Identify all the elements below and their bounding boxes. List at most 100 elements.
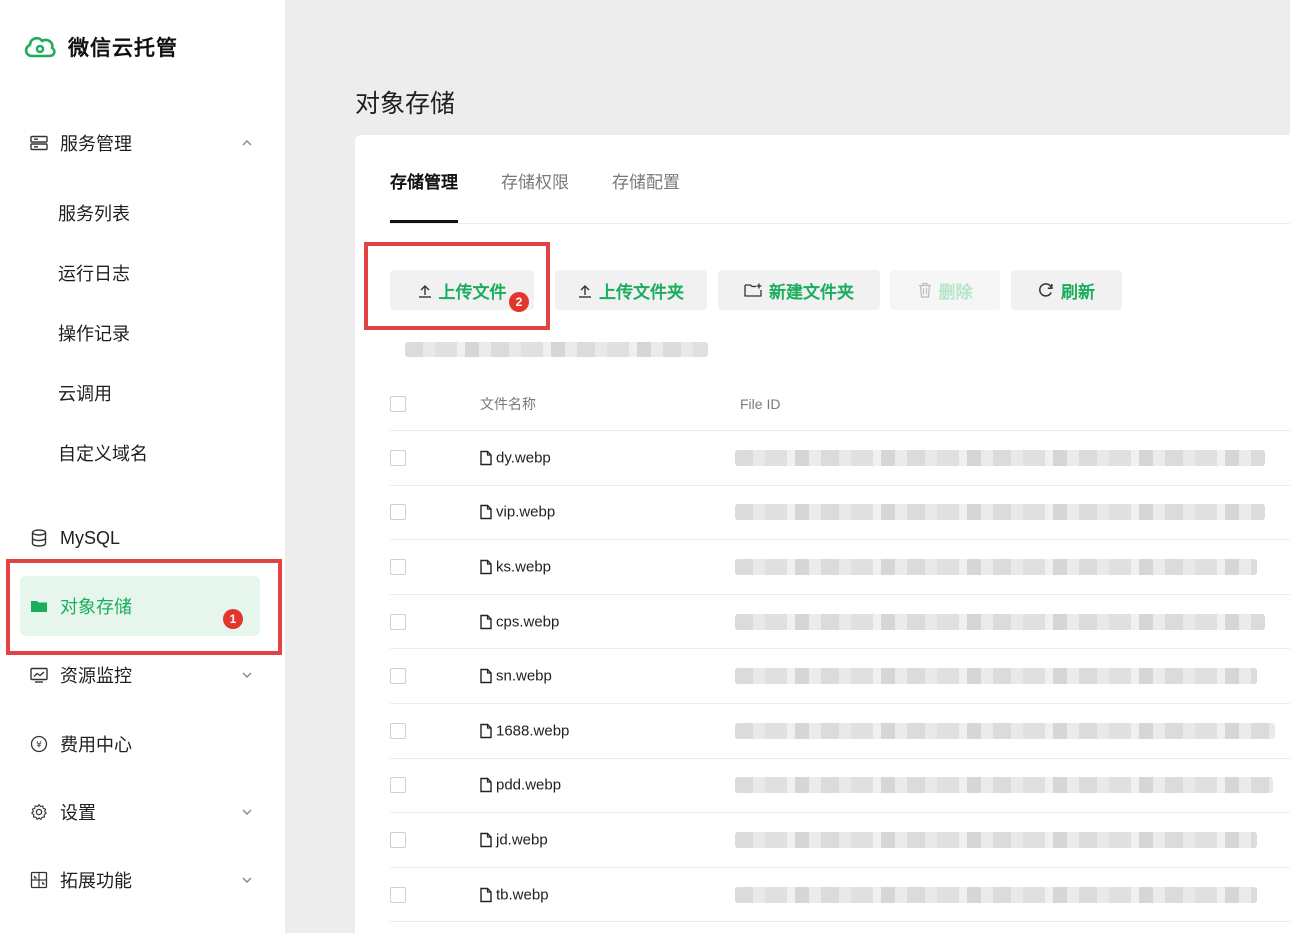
nav-service-management[interactable]: 服务管理	[20, 115, 260, 171]
sidebar-item-custom-domain[interactable]: 自定义域名	[58, 440, 148, 466]
table-row[interactable]: cps.webp	[390, 595, 1290, 650]
chevron-down-icon	[242, 877, 252, 883]
file-name-label: dy.webp	[496, 449, 551, 467]
nav-label-settings: 设置	[60, 803, 96, 824]
sidebar-item-cloud-call[interactable]: 云调用	[58, 380, 112, 406]
brand[interactable]: 微信云托管	[22, 32, 178, 62]
sidebar: 微信云托管 服务管理 服务列表 运行日志 操作记录 云调用 自定义域名 MySQ…	[0, 0, 285, 933]
step-badge-2: 2	[509, 292, 529, 312]
database-icon	[28, 527, 50, 549]
upload-folder-button[interactable]: 上传文件夹	[555, 270, 707, 310]
new-folder-button[interactable]: 新建文件夹	[718, 270, 880, 310]
table-row[interactable]: dy.webp	[390, 431, 1290, 486]
yen-icon: ¥	[28, 733, 50, 755]
new-folder-icon	[744, 283, 762, 297]
file-icon	[480, 832, 492, 848]
row-checkbox[interactable]	[390, 558, 406, 575]
row-checkbox[interactable]	[390, 886, 406, 903]
table-row[interactable]: 1688.webp	[390, 704, 1290, 759]
tab-storage-permissions[interactable]: 存储权限	[501, 168, 569, 193]
extension-icon	[28, 869, 50, 891]
file-name-cell[interactable]: cps.webp	[480, 613, 559, 630]
svg-text:¥: ¥	[36, 741, 42, 751]
nav-resource-monitor[interactable]: 资源监控	[20, 647, 260, 703]
sidebar-item-service-list[interactable]: 服务列表	[58, 200, 130, 226]
file-name-label: sn.webp	[496, 667, 552, 685]
file-name-cell[interactable]: sn.webp	[480, 668, 552, 685]
tab-storage-config[interactable]: 存储配置	[612, 168, 680, 193]
table-row[interactable]: pdd.webp	[390, 759, 1290, 814]
row-checkbox[interactable]	[390, 504, 406, 521]
blurred-file-id	[735, 504, 1265, 521]
row-checkbox[interactable]	[390, 722, 406, 739]
select-all-checkbox[interactable]	[390, 395, 406, 412]
folder-icon	[28, 595, 50, 617]
file-icon	[480, 505, 492, 520]
nav-extensions[interactable]: 拓展功能	[20, 852, 260, 908]
new-folder-label: 新建文件夹	[769, 282, 854, 303]
nav-object-storage[interactable]: 对象存储	[20, 576, 260, 636]
table-row[interactable]: vip.webp	[390, 486, 1290, 541]
chevron-down-icon	[242, 809, 252, 815]
file-name-label: pdd.webp	[496, 776, 562, 794]
blurred-file-id	[735, 886, 1257, 903]
file-icon	[480, 723, 492, 738]
nav-settings[interactable]: 设置	[20, 784, 260, 840]
trash-icon	[918, 282, 932, 298]
row-checkbox[interactable]	[390, 613, 406, 630]
step-badge-1: 1	[223, 609, 243, 629]
column-header-file-name: 文件名称	[480, 395, 536, 412]
nav-label-mysql: MySQL	[60, 527, 121, 548]
file-name-label: cps.webp	[496, 613, 560, 631]
refresh-icon	[1038, 282, 1054, 298]
sidebar-item-run-logs[interactable]: 运行日志	[58, 260, 130, 286]
file-icon	[480, 887, 492, 902]
nav-billing[interactable]: ¥ 费用中心	[20, 716, 260, 772]
upload-icon	[418, 282, 432, 298]
blurred-file-id	[735, 722, 1275, 739]
upload-icon	[578, 282, 592, 298]
blurred-storage-path	[405, 342, 708, 357]
file-name-cell[interactable]: ks.webp	[480, 558, 551, 575]
delete-button[interactable]: 删除	[890, 270, 1000, 310]
nav-mysql[interactable]: MySQL	[20, 510, 260, 566]
nav-label-billing: 费用中心	[60, 735, 132, 756]
gear-icon	[28, 801, 50, 823]
row-checkbox[interactable]	[390, 777, 406, 794]
blurred-file-id	[735, 449, 1265, 466]
nav-label-object-storage: 对象存储	[60, 597, 132, 618]
refresh-label: 刷新	[1061, 282, 1095, 303]
chevron-down-icon	[242, 672, 252, 678]
file-name-cell[interactable]: 1688.webp	[480, 722, 569, 739]
file-name-cell[interactable]: vip.webp	[480, 504, 555, 521]
table-header: 文件名称 File ID	[390, 377, 1290, 431]
file-name-label: jd.webp	[496, 831, 548, 849]
blurred-file-id	[735, 558, 1257, 575]
file-name-label: tb.webp	[496, 886, 549, 904]
file-name-cell[interactable]: jd.webp	[480, 831, 548, 848]
file-name-cell[interactable]: pdd.webp	[480, 777, 561, 794]
page-title: 对象存储	[355, 89, 456, 118]
table-row[interactable]: ks.webp	[390, 540, 1290, 595]
file-icon	[480, 559, 492, 575]
blurred-file-id	[735, 831, 1257, 848]
tab-storage-management[interactable]: 存储管理	[390, 168, 458, 193]
refresh-button[interactable]: 刷新	[1011, 270, 1122, 310]
table-row[interactable]: tb.webp	[390, 868, 1290, 923]
file-icon	[480, 778, 492, 793]
row-checkbox[interactable]	[390, 831, 406, 848]
upload-file-label: 上传文件	[438, 282, 507, 303]
file-name-cell[interactable]: tb.webp	[480, 886, 549, 903]
wechat-cloud-logo-icon	[24, 36, 56, 58]
row-checkbox[interactable]	[390, 449, 406, 466]
nav-label-resource-monitor: 资源监控	[60, 666, 132, 687]
monitor-icon	[28, 664, 50, 686]
file-table: 文件名称 File ID dy.webp vip.webp ks.webp cps.w…	[390, 377, 1290, 923]
row-checkbox[interactable]	[390, 668, 406, 685]
table-row[interactable]: sn.webp	[390, 649, 1290, 704]
table-row[interactable]: jd.webp	[390, 813, 1290, 868]
sidebar-item-operation-records[interactable]: 操作记录	[58, 320, 130, 346]
file-name-cell[interactable]: dy.webp	[480, 449, 551, 466]
chevron-up-icon	[242, 140, 252, 146]
blurred-file-id	[735, 613, 1265, 630]
